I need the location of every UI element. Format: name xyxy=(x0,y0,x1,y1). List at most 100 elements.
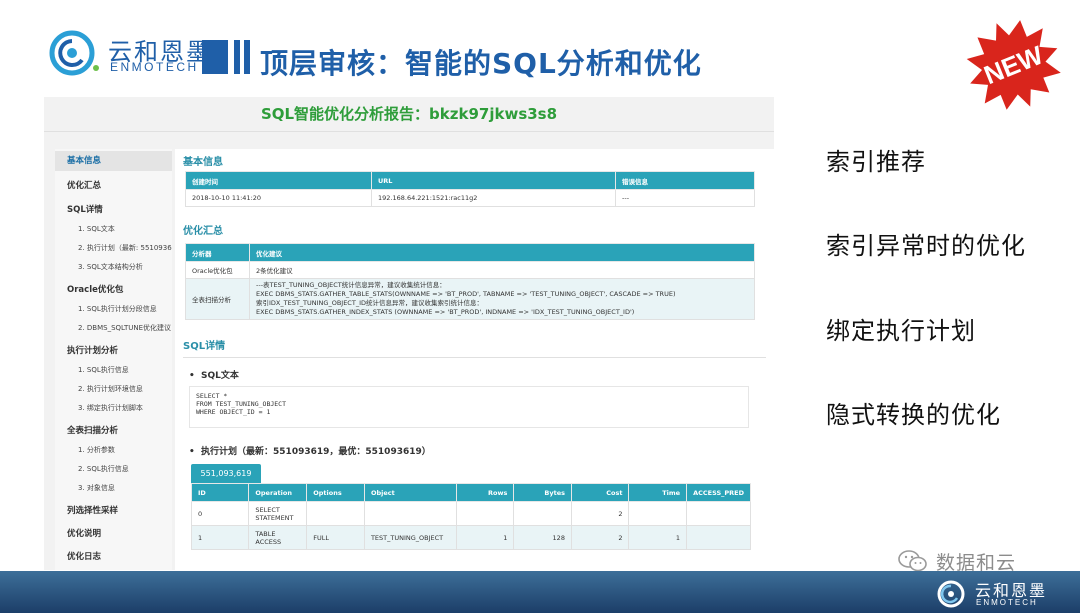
column-header: 分析器 xyxy=(185,243,250,262)
table-cell xyxy=(686,501,751,526)
column-header: ID xyxy=(190,483,250,502)
table-cell: 全表扫描分析 xyxy=(185,278,250,320)
column-header: 创建时间 xyxy=(185,171,372,190)
table-cell: FULL xyxy=(306,525,365,550)
logo-subtext: ENMOTECH xyxy=(110,60,199,74)
sql-line: FROM TEST_TUNING_OBJECT xyxy=(196,400,287,408)
nav-plan-analysis[interactable]: 执行计划分析 xyxy=(55,344,172,356)
nav-object-info[interactable]: 3. 对象信息 xyxy=(55,483,172,493)
nav-plan-env[interactable]: 2. 执行计划环境信息 xyxy=(55,384,172,394)
table-cell xyxy=(686,525,751,550)
nav-basic-info[interactable]: 基本信息 xyxy=(55,151,172,171)
sql-text-box: SELECT * FROM TEST_TUNING_OBJECT WHERE O… xyxy=(189,386,749,428)
report-title: SQL智能优化分析报告：bkzk97jkws3s8 xyxy=(260,105,558,123)
table-cell: 2018-10-10 11:41:20 xyxy=(185,189,372,207)
column-header: Object xyxy=(363,483,457,502)
column-header: URL xyxy=(371,171,616,190)
nav-bind-plan-script[interactable]: 3. 绑定执行计划脚本 xyxy=(55,403,172,413)
table-row: 2018-10-10 11:41:20 192.168.64.221:1521:… xyxy=(185,189,755,207)
summary-heading: 优化汇总 xyxy=(183,226,223,237)
new-badge-icon: NEW xyxy=(966,20,1061,110)
table-cell xyxy=(513,501,572,526)
table-row: 全表扫描分析 ---表TEST_TUNING_OBJECT统计信息异常，建议收集… xyxy=(185,278,755,320)
footer-bar xyxy=(0,571,1080,613)
feature-index-recommendation: 索引推荐 xyxy=(826,148,926,176)
table-cell: 1 xyxy=(190,525,250,550)
column-header: 优化建议 xyxy=(249,243,755,262)
table-cell xyxy=(455,501,515,526)
advice-line: EXEC DBMS_STATS.GATHER_INDEX_STATS (OWNN… xyxy=(256,308,635,316)
table-cell: 1 xyxy=(455,525,515,550)
nav-sqltune-advice[interactable]: 2. DBMS_SQLTUNE优化建议 xyxy=(55,323,172,333)
table-cell: TEST_TUNING_OBJECT xyxy=(363,525,457,550)
table-cell: 128 xyxy=(513,525,572,550)
summary-table: 分析器 优化建议 Oracle优化包 2条优化建议 全表扫描分析 ---表TES… xyxy=(185,243,755,320)
table-cell: --- xyxy=(615,189,755,207)
plan-hash-tab[interactable]: 551,093,619 xyxy=(191,464,261,483)
table-cell: 1 xyxy=(628,525,688,550)
column-header: Bytes xyxy=(513,483,572,502)
table-row: 1 TABLE ACCESS FULL TEST_TUNING_OBJECT 1… xyxy=(190,525,751,550)
table-cell: SELECT STATEMENT xyxy=(248,501,308,526)
wechat-icon xyxy=(898,550,927,572)
sql-report-screenshot: SQL智能优化分析报告：bkzk97jkws3s8 基本信息 优化汇总 SQL详… xyxy=(44,97,774,570)
nav-analysis-params[interactable]: 1. 分析参数 xyxy=(55,445,172,455)
nav-full-scan[interactable]: 全表扫描分析 xyxy=(55,424,172,436)
nav-sql-exec-info[interactable]: 1. SQL执行信息 xyxy=(55,365,172,375)
table-cell: 2 xyxy=(570,525,630,550)
sql-line: WHERE OBJECT_ID = 1 xyxy=(196,408,271,416)
column-header: Rows xyxy=(455,483,515,502)
enmotech-logo-icon xyxy=(49,30,99,76)
exec-plan-title: • 执行计划（最新：551093619，最优：551093619） xyxy=(189,447,431,457)
table-cell: 192.168.64.221:1521:rac11g2 xyxy=(371,189,616,207)
basic-info-table: 创建时间 URL 错误信息 2018-10-10 11:41:20 192.16… xyxy=(185,171,755,207)
column-header: Cost xyxy=(570,483,630,502)
column-header: 错误信息 xyxy=(615,171,755,190)
nav-optimization-notes[interactable]: 优化说明 xyxy=(55,527,172,539)
sql-detail-heading: SQL详情 xyxy=(183,341,226,352)
sql-line: SELECT * xyxy=(196,392,228,400)
column-header: Options xyxy=(306,483,365,502)
nav-sql-detail[interactable]: SQL详情 xyxy=(55,203,172,215)
report-sidebar: 基本信息 优化汇总 SQL详情 1. SQL文本 2. 执行计划（最新: 551… xyxy=(55,149,172,570)
report-content: 基本信息 创建时间 URL 错误信息 2018-10-10 11:41:20 1… xyxy=(175,149,774,570)
nav-plan-segments[interactable]: 1. SQL执行计划分段信息 xyxy=(55,304,172,314)
nav-optimization-log[interactable]: 优化日志 xyxy=(55,550,172,562)
table-row: 0 SELECT STATEMENT 2 xyxy=(190,501,751,526)
footer-logo-icon xyxy=(937,580,965,608)
nav-exec-plan[interactable]: 2. 执行计划（最新: 5510936 xyxy=(55,243,172,253)
table-cell xyxy=(363,501,457,526)
nav-oracle-pack[interactable]: Oracle优化包 xyxy=(55,283,172,295)
footer-logo-subtext: ENMOTECH xyxy=(976,598,1038,607)
advice-line: 索引IDX_TEST_TUNING_OBJECT_ID统计信息异常，建议收集索引… xyxy=(256,299,483,307)
sql-text-title: • SQL文本 xyxy=(189,371,239,381)
exec-plan-title-label: 执行计划（最新：551093619，最优：551093619） xyxy=(201,447,431,457)
table-cell: TABLE ACCESS xyxy=(248,525,308,550)
nav-column-sampling[interactable]: 列选择性采样 xyxy=(55,504,172,516)
sql-text-title-label: SQL文本 xyxy=(201,371,239,381)
report-divider xyxy=(44,131,774,132)
table-cell: 2 xyxy=(570,501,630,526)
nav-sql-structure[interactable]: 3. SQL文本结构分析 xyxy=(55,262,172,272)
table-cell xyxy=(628,501,688,526)
table-cell xyxy=(306,501,365,526)
column-header: Time xyxy=(628,483,688,502)
exec-plan-table: ID Operation Options Object Rows Bytes C… xyxy=(190,483,751,550)
column-header: Operation xyxy=(248,483,308,502)
feature-bind-execution-plan: 绑定执行计划 xyxy=(826,317,976,345)
section-divider xyxy=(183,357,766,358)
table-cell: 2条优化建议 xyxy=(249,261,755,279)
table-cell: Oracle优化包 xyxy=(185,261,250,279)
slide-title: 顶层审核：智能的SQL分析和优化 xyxy=(260,47,702,80)
table-cell: 0 xyxy=(190,501,250,526)
nav-scan-sql-exec[interactable]: 2. SQL执行信息 xyxy=(55,464,172,474)
advice-line: ---表TEST_TUNING_OBJECT统计信息异常，建议收集统计信息： xyxy=(256,281,446,289)
advice-line: EXEC DBMS_STATS.GATHER_TABLE_STATS(OWNNA… xyxy=(256,290,676,298)
feature-index-exception-optimization: 索引异常时的优化 xyxy=(826,232,1026,260)
basic-info-heading: 基本信息 xyxy=(183,157,223,168)
feature-implicit-conversion-optimization: 隐式转换的优化 xyxy=(826,401,1001,429)
nav-optimization-summary[interactable]: 优化汇总 xyxy=(55,179,172,191)
column-header: ACCESS_PRED xyxy=(686,483,751,502)
table-cell: ---表TEST_TUNING_OBJECT统计信息异常，建议收集统计信息： E… xyxy=(249,278,755,320)
nav-sql-text[interactable]: 1. SQL文本 xyxy=(55,224,172,234)
